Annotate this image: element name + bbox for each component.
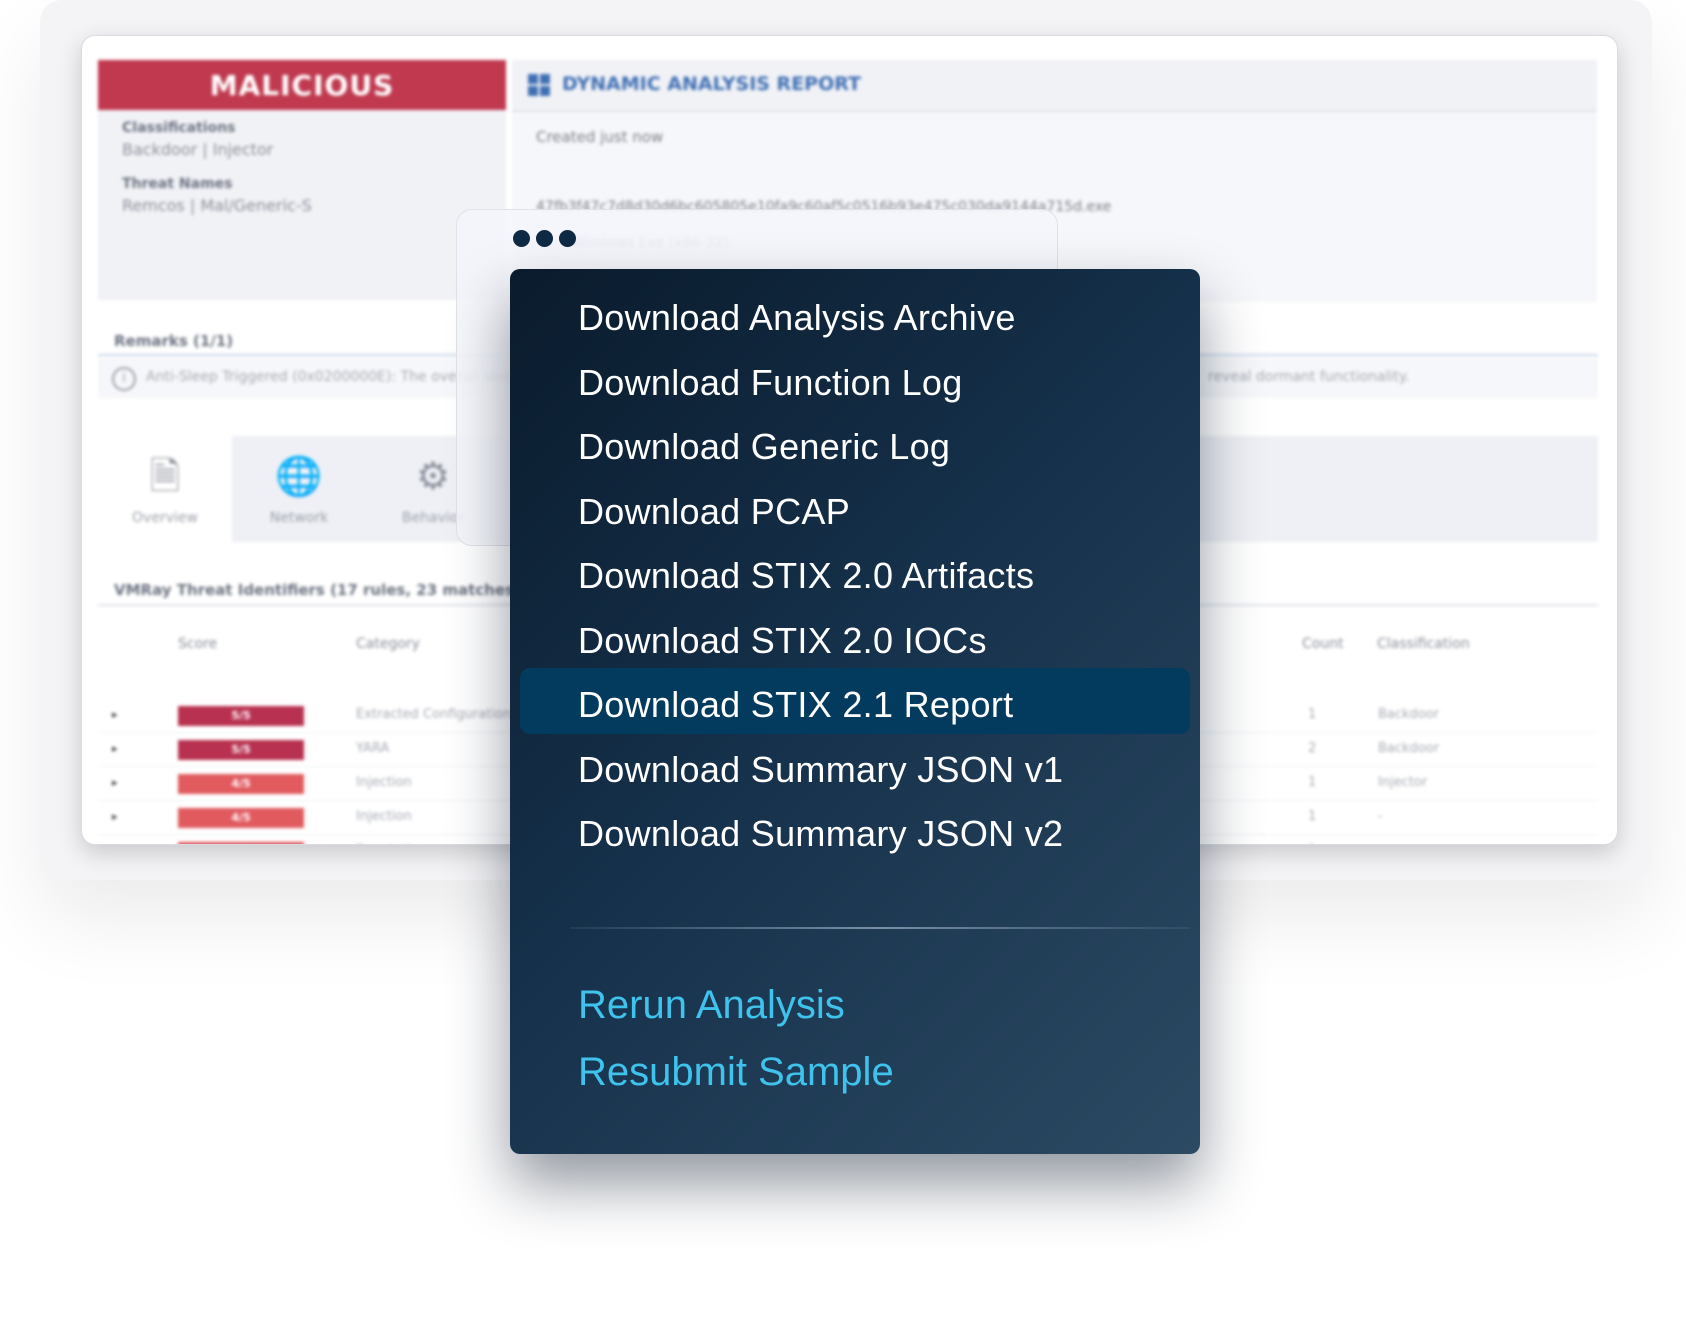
classification-cell: - bbox=[1378, 843, 1383, 844]
menu-item-label: Download Analysis Archive bbox=[578, 297, 1016, 338]
globe-icon: 🌐 bbox=[275, 454, 323, 498]
expand-caret-icon[interactable]: ▸ bbox=[112, 708, 118, 721]
remark-text-end: reveal dormant functionality. bbox=[1208, 369, 1410, 385]
count-cell: 2 bbox=[1308, 741, 1317, 756]
expand-caret-icon[interactable]: ▸ bbox=[112, 776, 118, 789]
classification-cell: - bbox=[1378, 809, 1383, 824]
category-cell: Injection bbox=[356, 775, 412, 790]
action-label: Resubmit Sample bbox=[578, 1050, 894, 1094]
count-cell: 1 bbox=[1308, 775, 1317, 790]
classifications-value: Backdoor | Injector bbox=[122, 140, 274, 159]
created-timestamp: Created just now bbox=[536, 128, 664, 146]
dot-icon bbox=[536, 230, 553, 247]
score-badge: 4/5 bbox=[178, 808, 304, 828]
category-cell: YARA bbox=[356, 741, 390, 756]
menu-item-download-stix-2-1-report[interactable]: Download STIX 2.1 Report bbox=[520, 668, 1190, 734]
menu-item-label: Download STIX 2.0 IOCs bbox=[578, 620, 987, 661]
column-header-score: Score bbox=[178, 636, 218, 652]
score-badge: 4/5 bbox=[178, 774, 304, 794]
action-label: Rerun Analysis bbox=[578, 983, 845, 1027]
menu-item-download-analysis-archive[interactable]: Download Analysis Archive bbox=[520, 281, 1190, 347]
menu-divider bbox=[570, 927, 1190, 929]
menu-item-label: Download Summary JSON v2 bbox=[578, 813, 1064, 854]
classifications-label: Classifications bbox=[122, 120, 236, 136]
menu-item-download-stix-2-0-iocs[interactable]: Download STIX 2.0 IOCs bbox=[520, 604, 1190, 670]
tab-network[interactable]: 🌐 Network bbox=[232, 436, 366, 542]
score-badge: 4/5 bbox=[178, 842, 304, 844]
report-title: DYNAMIC ANALYSIS REPORT bbox=[562, 73, 861, 95]
category-cell: Injection bbox=[356, 809, 412, 824]
menu-item-download-function-log[interactable]: Download Function Log bbox=[520, 346, 1190, 412]
document-icon: 🗎 bbox=[149, 454, 181, 498]
column-header-count: Count bbox=[1302, 636, 1344, 652]
menu-item-label: Download Function Log bbox=[578, 362, 963, 403]
threat-names-label: Threat Names bbox=[122, 176, 233, 192]
vti-title: VMRay Threat Identifiers (17 rules, 23 m… bbox=[114, 581, 521, 599]
score-badge: 5/5 bbox=[178, 706, 304, 726]
menu-item-label: Download STIX 2.0 Artifacts bbox=[578, 555, 1035, 596]
tab-overview[interactable]: 🗎 Overview bbox=[98, 436, 232, 542]
count-cell: 1 bbox=[1308, 843, 1316, 844]
menu-item-label: Download STIX 2.1 Report bbox=[578, 684, 1014, 725]
rerun-analysis-button[interactable]: Rerun Analysis bbox=[520, 969, 1190, 1035]
column-header-category: Category bbox=[356, 636, 420, 652]
menu-item-label: Download Summary JSON v1 bbox=[578, 749, 1064, 790]
category-cell: Extracted Configuration bbox=[356, 707, 512, 722]
category-cell: Reputation bbox=[356, 843, 427, 844]
tab-label: Overview bbox=[132, 510, 198, 526]
menu-item-download-stix-2-0-artifacts[interactable]: Download STIX 2.0 Artifacts bbox=[520, 539, 1190, 605]
menu-item-label: Download Generic Log bbox=[578, 426, 951, 467]
score-badge: 5/5 bbox=[178, 740, 304, 760]
classification-cell: Backdoor bbox=[1378, 741, 1440, 756]
remarks-title: Remarks (1/1) bbox=[114, 332, 234, 350]
menu-item-download-summary-json-v2[interactable]: Download Summary JSON v2 bbox=[520, 797, 1190, 863]
tab-label: Network bbox=[269, 510, 329, 526]
info-icon: i bbox=[112, 367, 136, 391]
classification-cell: Backdoor bbox=[1378, 707, 1440, 722]
dot-icon bbox=[559, 230, 576, 247]
threat-names-value: Remcos | Mal/Generic-S bbox=[122, 196, 312, 215]
menu-item-download-pcap[interactable]: Download PCAP bbox=[520, 475, 1190, 541]
menu-item-download-summary-json-v1[interactable]: Download Summary JSON v1 bbox=[520, 733, 1190, 799]
expand-caret-icon[interactable]: ▸ bbox=[112, 742, 118, 755]
classification-cell: Injector bbox=[1378, 775, 1428, 790]
verdict-panel: Classifications Backdoor | Injector Thre… bbox=[98, 110, 506, 300]
column-header-classification: Classification bbox=[1377, 636, 1470, 652]
dot-icon bbox=[513, 230, 530, 247]
expand-caret-icon[interactable]: ▸ bbox=[112, 844, 118, 845]
windows-icon bbox=[528, 74, 550, 96]
resubmit-sample-button[interactable]: Resubmit Sample bbox=[520, 1036, 1190, 1102]
more-actions-button[interactable] bbox=[513, 230, 576, 247]
count-cell: 1 bbox=[1308, 809, 1317, 824]
menu-item-download-generic-log[interactable]: Download Generic Log bbox=[520, 410, 1190, 476]
expand-caret-icon[interactable]: ▸ bbox=[112, 810, 118, 823]
menu-item-label: Download PCAP bbox=[578, 491, 851, 532]
count-cell: 1 bbox=[1308, 707, 1317, 722]
gears-icon: ⚙ bbox=[415, 454, 451, 498]
verdict-banner: MALICIOUS bbox=[98, 60, 506, 110]
actions-dropdown-menu: Download Analysis Archive Download Functi… bbox=[510, 269, 1200, 1154]
report-header: DYNAMIC ANALYSIS REPORT bbox=[512, 60, 1597, 112]
